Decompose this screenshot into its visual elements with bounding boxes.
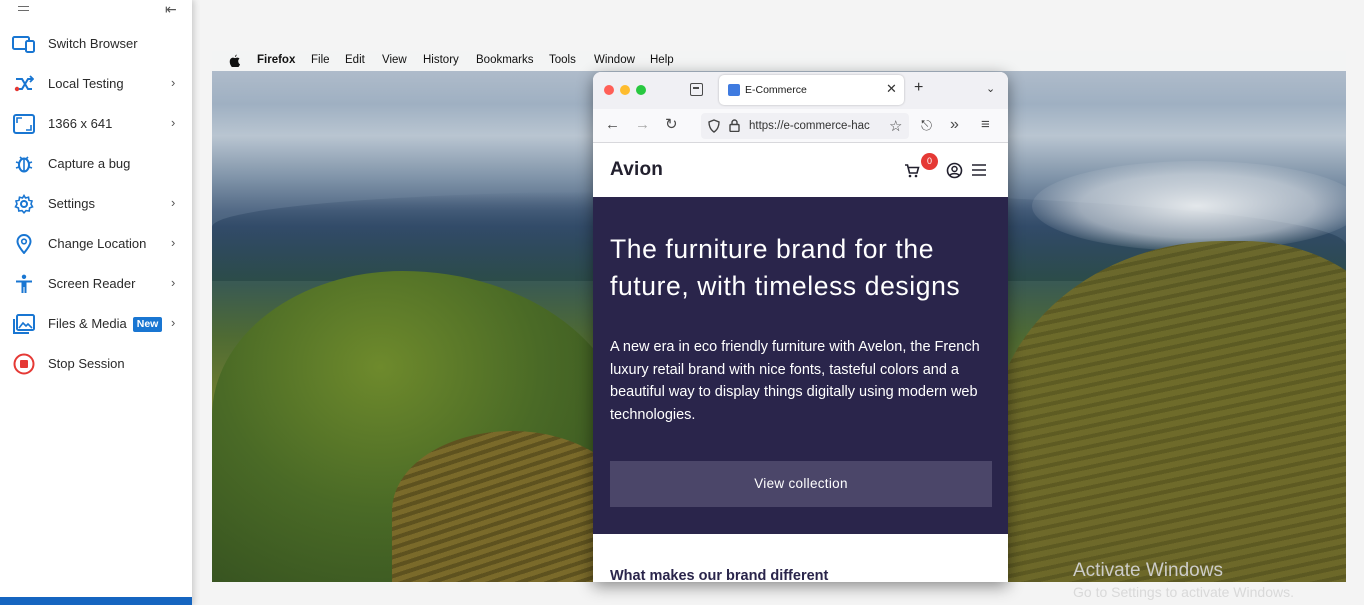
site-header: Avion 0 xyxy=(593,143,1008,197)
sidebar-item-label: Files & Media New xyxy=(48,316,163,332)
menu-history[interactable]: History xyxy=(423,54,459,66)
hero-description: A new era in eco friendly furniture with… xyxy=(610,339,980,423)
address-bar[interactable]: https://e-commerce-hac ☆ xyxy=(701,113,909,139)
new-tab-button[interactable]: + xyxy=(914,79,923,97)
web-page: Avion 0 The furniture brand for the futu… xyxy=(593,143,1008,582)
sidebar-item-files-media[interactable]: Files & Media New › xyxy=(0,304,192,344)
activate-windows-watermark: Activate Windows Go to Settings to activ… xyxy=(1073,560,1294,602)
hamburger-menu-icon[interactable]: ≡ xyxy=(981,116,990,134)
menu-window[interactable]: Window xyxy=(594,54,635,66)
resolution-icon xyxy=(12,113,36,135)
minimize-window-button[interactable] xyxy=(620,85,630,95)
stop-icon xyxy=(12,353,36,375)
url-text[interactable]: https://e-commerce-hac xyxy=(749,120,881,132)
sidebar-item-label: Switch Browser xyxy=(48,36,138,51)
local-testing-icon xyxy=(12,73,36,95)
menu-view[interactable]: View xyxy=(382,54,407,66)
mac-menubar: Firefox File Edit View History Bookmarks… xyxy=(212,51,1346,71)
chevron-right-icon: › xyxy=(171,315,176,330)
chevron-right-icon: › xyxy=(171,75,176,90)
forward-arrow-icon[interactable]: → xyxy=(635,116,650,134)
sidebar-item-label: Settings xyxy=(48,196,95,211)
zoom-window-button[interactable] xyxy=(636,85,646,95)
gear-icon xyxy=(12,193,36,215)
menu-file[interactable]: File xyxy=(311,54,330,66)
wallpaper-vineyard-hill xyxy=(992,241,1346,582)
sidebar-item-change-location[interactable]: Change Location › xyxy=(0,224,192,264)
menu-tools[interactable]: Tools xyxy=(549,54,576,66)
tab-title: E-Commerce xyxy=(745,84,807,96)
site-favicon-icon xyxy=(728,84,740,96)
image-icon xyxy=(12,313,36,335)
back-arrow-icon[interactable]: ← xyxy=(605,116,620,134)
firefox-window: E-Commerce ✕ + ⌄ ← → ↻ https://e-commerc… xyxy=(593,72,1008,582)
bug-icon xyxy=(12,153,36,175)
firefox-view-icon[interactable] xyxy=(690,83,703,96)
accessibility-icon xyxy=(12,273,36,295)
sidebar-item-resolution[interactable]: 1366 x 641 › xyxy=(0,104,192,144)
user-account-icon[interactable] xyxy=(946,162,963,179)
site-logo[interactable]: Avion xyxy=(610,159,663,181)
collapse-toolbar-icon[interactable]: ⇤ xyxy=(165,2,177,16)
bookmark-star-icon[interactable]: ☆ xyxy=(889,117,902,135)
hero-section: The furniture brand for the future, with… xyxy=(593,197,1008,534)
reload-icon[interactable]: ↻ xyxy=(665,116,678,134)
sidebar-item-stop-session[interactable]: Stop Session xyxy=(0,344,192,384)
session-toolbar: ⇤ Switch Browser Local Testing › 1366 x … xyxy=(0,0,192,605)
lock-icon[interactable] xyxy=(729,119,740,133)
section-heading: What makes our brand different xyxy=(610,568,829,582)
menu-bookmarks[interactable]: Bookmarks xyxy=(476,54,534,66)
chevron-right-icon: › xyxy=(171,195,176,210)
cart-count-badge: 0 xyxy=(921,153,938,170)
menu-app-firefox[interactable]: Firefox xyxy=(257,54,295,66)
sidebar-item-label: Stop Session xyxy=(48,356,125,371)
tracking-shield-icon[interactable] xyxy=(708,119,720,133)
list-all-tabs-icon[interactable]: ⌄ xyxy=(986,82,995,95)
extensions-icon[interactable]: ⎋ xyxy=(921,116,932,134)
sidebar-item-label: Change Location xyxy=(48,236,147,251)
chevron-right-icon: › xyxy=(171,115,176,130)
watermark-subtitle: Go to Settings to activate Windows. xyxy=(1073,584,1294,600)
location-pin-icon xyxy=(12,233,36,255)
sidebar-item-switch-browser[interactable]: Switch Browser xyxy=(0,24,192,64)
site-menu-icon[interactable] xyxy=(971,163,987,177)
sidebar-item-label: Capture a bug xyxy=(48,156,131,171)
overflow-menu-icon[interactable]: » xyxy=(950,116,959,134)
chevron-right-icon: › xyxy=(171,275,176,290)
drag-handle-icon[interactable] xyxy=(18,6,29,11)
chevron-right-icon: › xyxy=(171,235,176,250)
switch-browser-icon xyxy=(12,33,36,55)
wallpaper-fog xyxy=(1032,161,1346,251)
toolbar-bottom-bar xyxy=(0,597,192,605)
files-media-label: Files & Media xyxy=(48,316,127,331)
sidebar-item-label: 1366 x 641 xyxy=(48,116,113,131)
sidebar-item-local-testing[interactable]: Local Testing › xyxy=(0,64,192,104)
hero-title: The furniture brand for the future, with… xyxy=(610,234,961,301)
sidebar-item-settings[interactable]: Settings › xyxy=(0,184,192,224)
close-tab-icon[interactable]: ✕ xyxy=(886,81,897,97)
view-collection-button[interactable]: View collection xyxy=(610,461,992,507)
sidebar-item-screen-reader[interactable]: Screen Reader › xyxy=(0,264,192,304)
cart-icon[interactable] xyxy=(904,163,920,179)
watermark-title: Activate Windows xyxy=(1073,560,1223,581)
tab-strip: E-Commerce ✕ + ⌄ xyxy=(593,72,1008,109)
sidebar-item-capture-bug[interactable]: Capture a bug xyxy=(0,144,192,184)
apple-logo-icon[interactable] xyxy=(229,54,240,68)
toolbar-header: ⇤ xyxy=(0,0,192,22)
close-window-button[interactable] xyxy=(604,85,614,95)
new-badge: New xyxy=(132,317,163,332)
menu-help[interactable]: Help xyxy=(650,54,674,66)
sidebar-item-label: Screen Reader xyxy=(48,276,136,291)
tab-e-commerce[interactable]: E-Commerce ✕ xyxy=(719,75,904,105)
menu-edit[interactable]: Edit xyxy=(345,54,365,66)
sidebar-item-label: Local Testing xyxy=(48,76,124,91)
navigation-toolbar: ← → ↻ https://e-commerce-hac ☆ ⎋ » ≡ xyxy=(593,109,1008,143)
